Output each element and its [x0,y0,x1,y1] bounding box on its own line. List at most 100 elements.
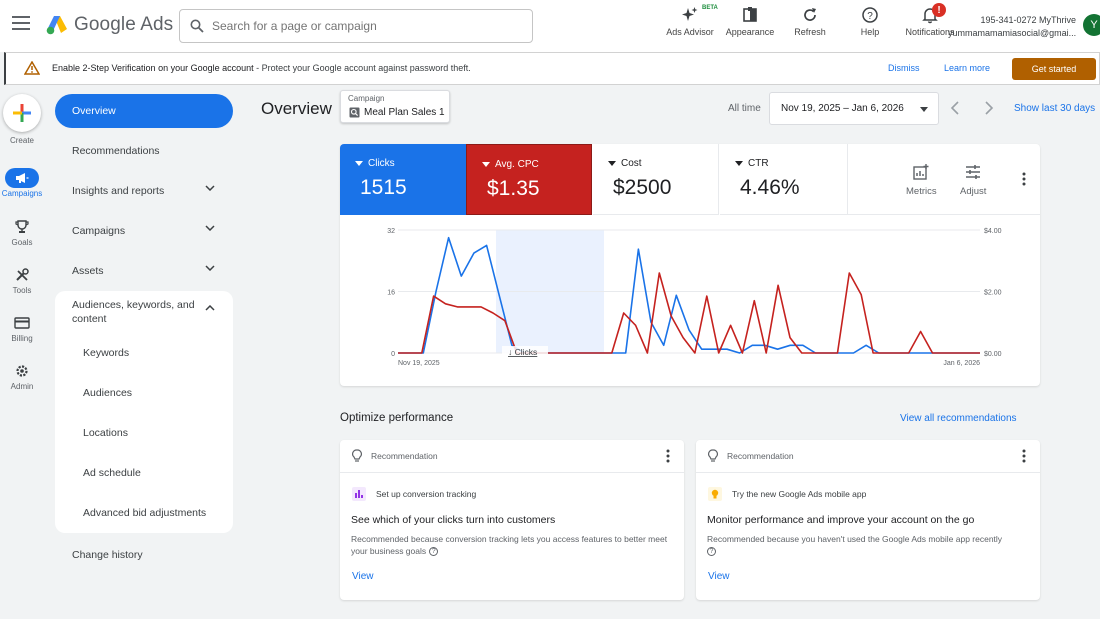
nav-item-audiences-keywords-content[interactable]: Audiences, keywords, and content [55,291,233,333]
nav-sub-keywords[interactable]: Keywords [55,333,233,373]
all-time-label: All time [728,103,761,114]
top-bar: Google Ads BETA Ads Advisor Appearance [0,0,1100,52]
left-rail: Create Campaigns Goals Tools Billing Adm… [0,86,44,619]
nav-item-recommendations[interactable]: Recommendations [55,131,233,171]
nav-item-insights[interactable]: Insights and reports [55,171,233,211]
chart-tick-right: $0.00 [984,351,1002,358]
refresh-icon [804,8,816,21]
chevron-down-icon [205,185,215,191]
nav-item-campaigns[interactable]: Campaigns [55,211,233,251]
chevron-left-icon[interactable] [950,101,960,115]
metric-tools: Metrics Adjust [848,144,1040,215]
beta-badge: BETA [702,5,718,11]
chart-x-end-label: Jan 6, 2026 [943,360,980,367]
menu-icon[interactable] [12,16,30,32]
nav-label-overview: Overview [72,105,116,117]
plus-icon [13,104,31,122]
metric-ctr[interactable]: CTR 4.46% [720,144,848,215]
nav-item-assets[interactable]: Assets [55,251,233,291]
svg-text:?: ? [867,11,873,22]
nav-item-overview[interactable]: Overview [55,94,233,128]
rail-item-tools[interactable]: Tools [0,265,44,295]
rail-item-billing[interactable]: Billing [0,313,44,343]
nav-item-change-history[interactable]: Change history [55,535,233,575]
help-icon: ? [862,7,878,23]
caret-down-icon [920,107,928,112]
megaphone-icon [16,173,29,183]
more-vert-icon[interactable] [1022,449,1026,463]
campaign-selector-label: Campaign [348,94,385,103]
nav-sub-locations[interactable]: Locations [55,413,233,453]
account-info[interactable]: 195-341-0272 MyThrive yummamamamiasocial… [948,14,1076,40]
account-id: 195-341-0272 MyThrive [980,15,1076,25]
search-input[interactable] [212,19,512,33]
adjust-icon [966,165,981,179]
gear-icon [16,365,28,377]
view-button[interactable]: View [708,571,730,582]
chart-series-avg-cpc [398,272,980,354]
chart-series-clicks [398,236,980,354]
chart-tick-right: $2.00 [984,290,1002,297]
nav-sub-advanced-bid-adjustments[interactable]: Advanced bid adjustments [55,493,233,533]
campaign-selector-value: Meal Plan Sales 1 [364,107,445,118]
recommendation-title: See which of your clicks turn into custo… [351,514,556,526]
chevron-right-icon[interactable] [984,101,994,115]
recommendation-sub: Set up conversion tracking [376,489,477,499]
appearance-label: Appearance [725,27,775,37]
help-circle-icon[interactable]: ? [429,547,439,557]
card-icon [14,317,30,329]
banner-message: Enable 2-Step Verification on your Googl… [52,63,471,73]
sparkle-icon [682,7,698,21]
more-vert-icon[interactable] [1022,172,1026,186]
avatar[interactable]: Y [1083,14,1100,36]
refresh-button[interactable]: Refresh [780,6,840,37]
nav-sub-ad-schedule[interactable]: Ad schedule [55,453,233,493]
metric-value-ctr: 4.46% [740,176,800,199]
recommendation-desc-wrap: Recommended because conversion tracking … [351,533,671,557]
metric-cost[interactable]: Cost $2500 [593,144,719,215]
rail-label-billing: Billing [11,334,33,343]
chevron-down-icon [205,225,215,231]
create-button[interactable] [3,94,41,132]
search-box[interactable] [179,9,533,43]
ads-advisor-button[interactable]: BETA Ads Advisor [660,5,720,37]
rail-item-campaigns[interactable]: Campaigns [0,168,44,198]
google-ads-logo[interactable]: Google Ads [46,14,173,36]
caret-down-icon [482,162,490,167]
rail-create-label-wrap: Create [0,135,44,145]
adjust-button[interactable]: Adjust [960,164,986,197]
nav-label-insights: Insights and reports [72,185,165,197]
view-all-recommendations-link[interactable]: View all recommendations [900,413,1017,424]
get-started-button[interactable]: Get started [1012,58,1096,80]
more-vert-icon[interactable] [666,449,670,463]
dismiss-button[interactable]: Dismiss [888,63,920,73]
nav-label-campaigns: Campaigns [72,225,126,237]
metric-value-clicks: 1515 [360,176,407,199]
chart-x-start-label: Nov 19, 2025 [398,360,440,367]
metric-label-cost: Cost [621,158,642,169]
metrics-button[interactable]: Metrics [906,164,937,197]
rail-item-admin[interactable]: Admin [0,361,44,391]
learn-more-link[interactable]: Learn more [944,63,990,73]
rail-label-tools: Tools [12,286,32,295]
appearance-icon [743,7,757,22]
account-email: yummamamamiasocial@gmai... [948,28,1077,38]
rail-item-goals[interactable]: Goals [0,217,44,247]
appearance-button[interactable]: Appearance [720,6,780,37]
nav-sub-audiences[interactable]: Audiences [55,373,233,413]
date-range-picker[interactable]: Nov 19, 2025 – Jan 6, 2026 [769,92,939,125]
performance-chart: 32 $4.00 16 $2.00 0 $0.00 Nov 19, 2025 Jan 6, 2… [387,228,1002,367]
caret-down-icon [355,161,363,166]
view-button[interactable]: View [352,571,374,582]
show-last-30-days-link[interactable]: Show last 30 days [1014,103,1095,114]
help-circle-icon[interactable]: ? [707,547,716,557]
help-button[interactable]: ? Help [840,6,900,37]
metric-clicks[interactable]: Clicks 1515 [340,144,466,215]
product-name: Google Ads [74,14,174,35]
chart-tick-left: 16 [387,290,395,297]
recommendation-desc-wrap: Recommended because you haven't used the… [707,533,1027,557]
metric-avg-cpc[interactable]: Avg. CPC $1.35 [466,144,592,215]
ads-logo-icon [46,16,67,35]
chart-hover-label: ↓ Clicks [508,347,537,357]
campaign-selector[interactable]: Campaign Meal Plan Sales 1 [340,90,450,123]
